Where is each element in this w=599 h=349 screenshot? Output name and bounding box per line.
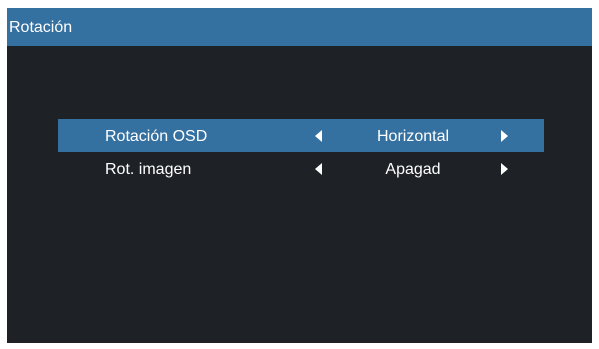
title-bar: Rotación: [7, 8, 592, 46]
triangle-right-icon[interactable]: [501, 130, 508, 142]
menu-item-label: Rotación OSD: [105, 128, 208, 145]
menu-item-rotacion-osd[interactable]: Rotación OSD Horizontal: [58, 119, 544, 152]
triangle-left-icon[interactable]: [315, 163, 322, 175]
menu-item-value: Horizontal: [376, 128, 450, 145]
triangle-right-icon[interactable]: [501, 163, 508, 175]
window-title: Rotación: [9, 19, 73, 36]
menu-item-label: Rot. imagen: [105, 161, 192, 178]
triangle-left-icon[interactable]: [315, 130, 322, 142]
menu-item-rot-imagen[interactable]: Rot. imagen Apagad: [58, 152, 544, 185]
menu-item-value: Apagad: [385, 161, 441, 178]
osd-menu-window: Rotación Rotación OSD Horizontal Rot. im…: [7, 8, 592, 343]
